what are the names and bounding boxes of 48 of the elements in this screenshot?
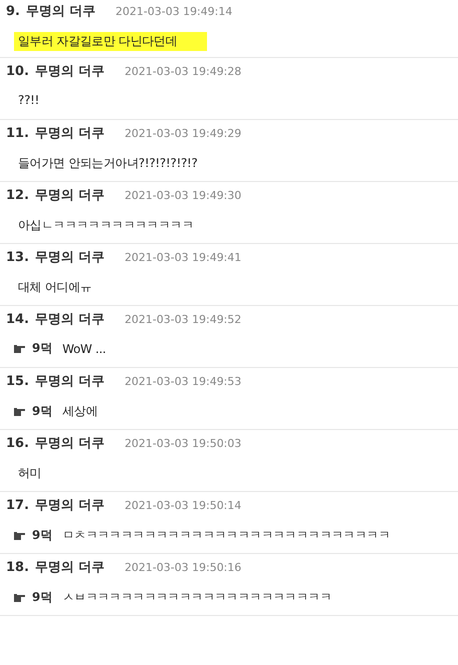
comment-number: 14. [6,312,30,327]
comment-time: 2021-03-03 19:50:03 [124,437,242,450]
comment-time: 2021-03-03 19:50:16 [124,561,242,574]
comment-time: 2021-03-03 19:49:28 [124,65,242,78]
comment-time: 2021-03-03 19:50:14 [124,499,242,512]
comment-time: 2021-03-03 19:49:53 [124,375,242,388]
comment-text: ??!! [17,92,40,108]
comment-number: 9. [6,4,20,19]
comment-author: 무명의 더쿠 [35,187,105,204]
comment-text: WoW ... [61,340,107,356]
comment-author: 무명의 더쿠 [35,249,105,266]
comment-author: 무명의 더쿠 [35,125,105,142]
comment-time: 2021-03-03 19:49:29 [124,127,242,140]
reply-icon [14,530,26,540]
reply-mention[interactable]: 9덕 [32,340,52,357]
comment-text: ㅁㅊㅋㅋㅋㅋㅋㅋㅋㅋㅋㅋㅋㅋㅋㅋㅋㅋㅋㅋㅋㅋㅋㅋㅋㅋㅋㅋ [61,527,391,544]
reply-mention[interactable]: 9덕 [32,589,52,606]
comment-text: ㅅㅂㅋㅋㅋㅋㅋㅋㅋㅋㅋㅋㅋㅋㅋㅋㅋㅋㅋㅋㅋㅋㅋ [61,589,332,606]
comment-time: 2021-03-03 19:49:41 [124,251,242,264]
reply-mention[interactable]: 9덕 [32,403,52,420]
comment-author: 무명의 더쿠 [35,559,105,576]
reply-icon [14,344,26,354]
comment-author: 무명의 더쿠 [35,63,105,80]
comment-time: 2021-03-03 19:49:14 [116,5,232,18]
comment-number: 10. [6,64,30,79]
comment-author: 무명의 더쿠 [35,435,105,452]
comment-number: 13. [6,250,30,265]
comment-text: 아십ㄴㅋㅋㅋㅋㅋㅋㅋㅋㅋㅋㅋㅋ [17,217,195,234]
comment-number: 17. [6,498,30,513]
comment-author: 무명의 더쿠 [35,497,105,514]
comment-number: 15. [6,374,30,389]
comment-time: 2021-03-03 19:49:52 [124,313,242,326]
comment-number: 11. [6,126,30,141]
comment-number: 18. [6,560,30,575]
comment-author: 무명의 더쿠 [35,373,105,390]
reply-icon [14,592,26,602]
comment-author: 무명의 더쿠 [26,3,96,20]
reply-mention[interactable]: 9덕 [32,527,52,544]
comment-number: 16. [6,436,30,451]
comment-text: 세상에 [61,403,98,420]
comment-number: 12. [6,188,30,203]
comment-author: 무명의 더쿠 [35,311,105,328]
comment-text: 들어가면 안되는거아녀?!?!?!?!?!? [17,155,198,172]
comment-text: 허미 [17,465,42,482]
comment-time: 2021-03-03 19:49:30 [124,189,242,202]
comment-text: 일부러 자갈길로만 다닌다던데 [14,32,208,51]
comment-text: 대체 어디에ㅠ [17,279,93,296]
reply-icon [14,406,26,416]
